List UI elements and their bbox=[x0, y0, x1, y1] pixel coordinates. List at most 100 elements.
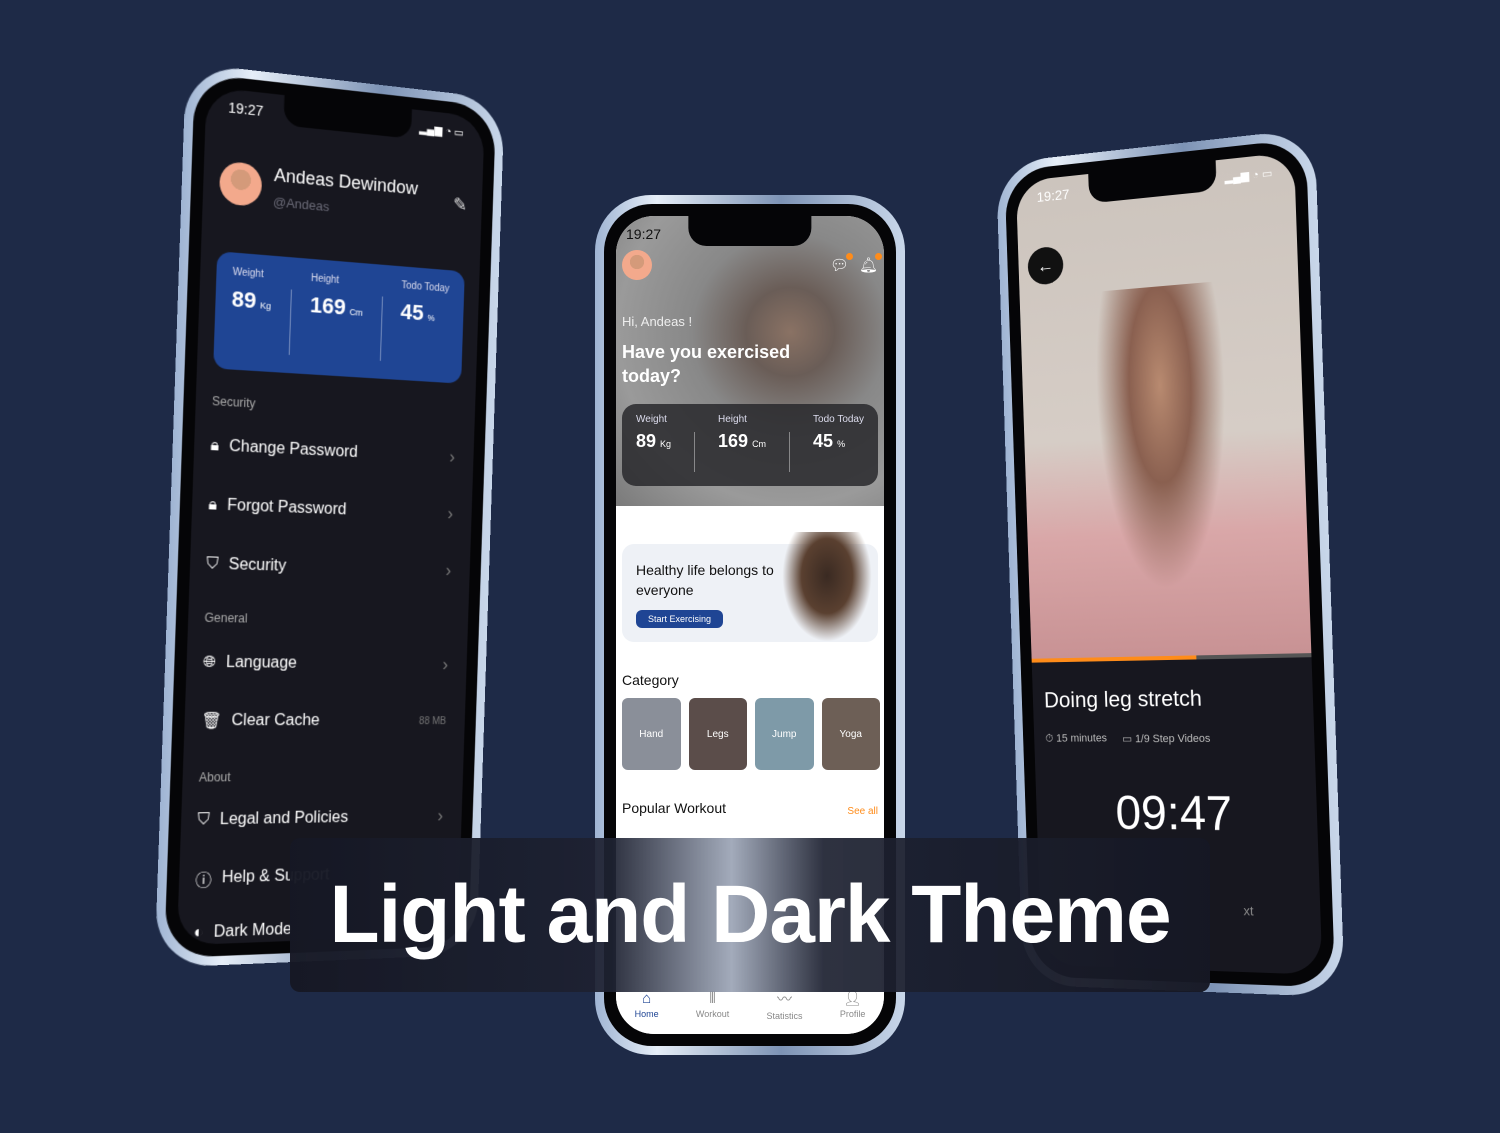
stat-label: Todo Today bbox=[813, 414, 864, 425]
timer: 09:47 bbox=[1114, 786, 1234, 842]
stats-card: Weight 89 Kg Height 169 Cm Todo Today 45% bbox=[622, 404, 878, 486]
stat-unit: Cm bbox=[752, 439, 767, 449]
item-label: Language bbox=[225, 653, 298, 672]
chevron-right-icon: › bbox=[449, 446, 456, 467]
category-jump[interactable]: Jump bbox=[755, 698, 814, 770]
stat-unit: % bbox=[427, 312, 436, 324]
menu-legal[interactable]: ⛉ Legal and Policies › bbox=[197, 806, 443, 831]
status-time: 19:27 bbox=[1036, 185, 1070, 205]
profile-name: Andeas Dewindow bbox=[273, 164, 419, 199]
stat-value: 45 bbox=[813, 431, 834, 451]
home-icon: ⌂ bbox=[642, 989, 652, 1007]
status-time: 19:27 bbox=[626, 226, 662, 242]
popular-workout-title: Popular Workout bbox=[622, 800, 727, 816]
stat-label: Height bbox=[310, 272, 340, 287]
cache-size: 88 MB bbox=[418, 715, 447, 727]
profile-screen: 19:27 ▂▄▆ ◔ ▭ Andeas Dewindow @Andeas ✎ … bbox=[176, 86, 485, 946]
lock-icon: 🔒︎ bbox=[210, 436, 220, 455]
stat-unit: Cm bbox=[349, 306, 364, 318]
duration: 15 minutes bbox=[1056, 732, 1108, 745]
tab-label: Statistics bbox=[766, 1010, 803, 1021]
step-videos: 1/9 Step Videos bbox=[1134, 732, 1211, 746]
tab-statistics[interactable]: 〰 Statistics bbox=[767, 988, 803, 1021]
shield-icon: ⛉ bbox=[206, 554, 219, 573]
globe-icon: 🌐︎ bbox=[202, 652, 217, 671]
help-icon: ⓘ bbox=[195, 872, 212, 891]
video-icon: ▭ bbox=[1121, 733, 1133, 746]
section-about: About bbox=[198, 770, 231, 785]
chevron-right-icon: › bbox=[442, 654, 449, 675]
stat-value: 169 bbox=[309, 291, 347, 320]
item-label: Security bbox=[228, 555, 287, 575]
chevron-right-icon: › bbox=[447, 503, 454, 524]
chevron-right-icon: › bbox=[445, 560, 452, 581]
divider bbox=[288, 289, 292, 355]
notch bbox=[688, 216, 812, 246]
notch bbox=[283, 95, 413, 139]
signal-wifi-battery-icon: ▂▄▆ ◔ ▭ bbox=[418, 122, 465, 140]
stat-value: 89 bbox=[231, 286, 257, 314]
item-label: Dark Mode bbox=[213, 920, 292, 941]
tab-label: Profile bbox=[839, 1009, 866, 1019]
chat-icon[interactable]: 💬︎ bbox=[830, 253, 853, 274]
stats-card: Weight 89 Kg Height 169 Cm Todo Today 45% bbox=[213, 251, 465, 384]
workout-photo bbox=[1015, 151, 1312, 659]
stat-label: Weight bbox=[636, 414, 667, 425]
edit-icon[interactable]: ✎ bbox=[453, 194, 468, 216]
stat-unit: % bbox=[837, 439, 846, 449]
item-label: Legal and Policies bbox=[219, 808, 349, 828]
headline: Have you exercised today? bbox=[622, 342, 791, 386]
avatar[interactable] bbox=[622, 250, 652, 280]
promo-image bbox=[782, 532, 872, 642]
category-yoga[interactable]: Yoga bbox=[821, 698, 880, 770]
divider bbox=[789, 432, 791, 472]
dumbbell-icon: ⫴ bbox=[709, 989, 716, 1007]
promo-title: Healthy life belongs to everyone bbox=[636, 562, 774, 598]
category-title: Category bbox=[622, 672, 679, 688]
bell-icon[interactable]: 🔔︎ bbox=[859, 253, 882, 274]
banner-title: Light and Dark Theme bbox=[329, 869, 1171, 960]
promo-card: Healthy life belongs to everyone Start E… bbox=[622, 532, 878, 642]
divider bbox=[379, 296, 383, 361]
chevron-right-icon: › bbox=[437, 805, 444, 826]
stat-value: 89 bbox=[636, 431, 657, 451]
category-legs[interactable]: Legs bbox=[688, 698, 747, 770]
item-label: Change Password bbox=[228, 437, 359, 461]
status-time: 19:27 bbox=[228, 99, 264, 120]
lock-icon: 🔒︎ bbox=[208, 495, 218, 514]
stat-label: Todo Today bbox=[401, 280, 450, 295]
start-exercising-button[interactable]: Start Exercising bbox=[636, 610, 724, 628]
see-all-link[interactable]: See all bbox=[847, 806, 878, 817]
stat-unit: Kg bbox=[660, 439, 672, 449]
greeting: Hi, Andeas ! bbox=[622, 314, 693, 329]
stat-label: Weight bbox=[232, 266, 264, 281]
tab-label: Home bbox=[634, 1008, 659, 1019]
athlete-image bbox=[1084, 280, 1242, 618]
section-general: General bbox=[204, 610, 248, 626]
trash-icon: 🗑︎ bbox=[200, 712, 222, 731]
tab-label: Workout bbox=[695, 1008, 730, 1019]
workout-title: Doing leg stretch bbox=[1043, 685, 1203, 713]
tab-profile[interactable]: 👤︎ Profile bbox=[840, 989, 866, 1019]
next-button[interactable]: xt bbox=[1243, 903, 1254, 918]
item-label: Forgot Password bbox=[226, 496, 347, 518]
stat-value: 169 bbox=[718, 431, 749, 451]
menu-forgot-password[interactable]: 🔒︎ Forgot Password › bbox=[208, 494, 453, 524]
item-label: Clear Cache bbox=[231, 711, 320, 730]
dark-mode-icon: ◐ bbox=[193, 923, 204, 942]
tab-workout[interactable]: ⫴ Workout bbox=[696, 990, 729, 1019]
avatar[interactable] bbox=[218, 160, 263, 208]
shield-icon: ⛉ bbox=[197, 810, 211, 829]
tab-home[interactable]: ⌂ Home bbox=[635, 990, 659, 1019]
profile-handle: @Andeas bbox=[272, 194, 330, 215]
menu-language[interactable]: 🌐︎ Language › bbox=[203, 651, 449, 675]
title-banner: Light and Dark Theme bbox=[290, 838, 1210, 992]
stat-value: 45 bbox=[400, 298, 425, 326]
stat-unit: Kg bbox=[259, 300, 272, 312]
stopwatch-icon: ⏱︎ bbox=[1045, 732, 1054, 745]
category-hand[interactable]: Hand bbox=[622, 698, 681, 770]
menu-clear-cache[interactable]: 🗑︎ Clear Cache 88 MB bbox=[201, 711, 447, 731]
menu-change-password[interactable]: 🔒︎ Change Password › bbox=[210, 435, 455, 468]
menu-security[interactable]: ⛉ Security › bbox=[206, 553, 452, 581]
section-security: Security bbox=[211, 393, 256, 411]
